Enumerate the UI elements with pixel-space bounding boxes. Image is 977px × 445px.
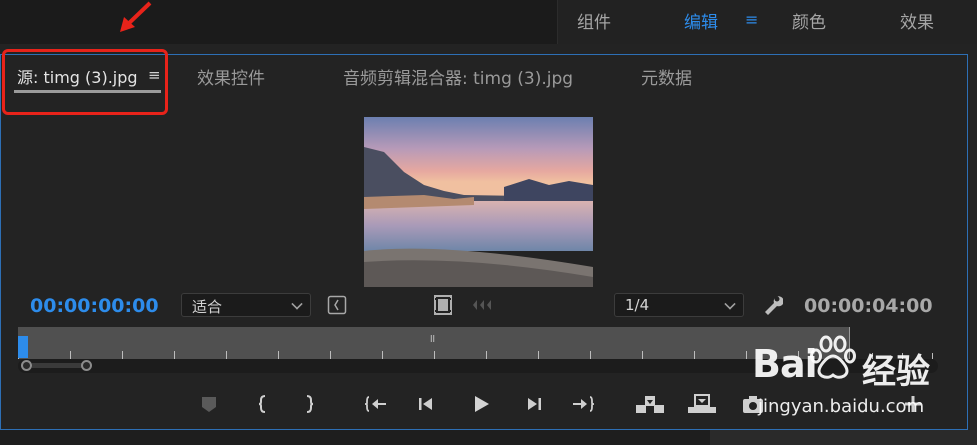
chevron-down-icon (291, 298, 303, 310)
playhead[interactable] (18, 336, 28, 358)
chevron-down-icon (724, 298, 736, 310)
tab-effect-controls[interactable]: 效果控件 (197, 64, 265, 89)
go-to-in-icon[interactable] (364, 393, 388, 415)
workspace-tab-assembly[interactable]: 组件 (577, 8, 611, 33)
playback-resolution-value: 1/4 (625, 296, 650, 314)
watermark-url: jingyan.baidu.com (758, 396, 925, 417)
scrollbar-left-handle[interactable] (21, 360, 32, 371)
step-forward-icon[interactable] (521, 393, 545, 415)
tab-audio-clip-mixer[interactable]: 音频剪辑混合器: timg (3).jpg (343, 64, 573, 89)
annotation-arrow-icon (120, 1, 152, 32)
overwrite-icon[interactable] (687, 393, 717, 415)
workspace-tabs: 组件 编辑 ≡ 颜色 效果 (557, 0, 977, 44)
ruler-center-marker: ll (430, 335, 436, 345)
annotation-highlight-box (2, 49, 168, 115)
current-timecode[interactable]: 00:00:00:00 (30, 295, 159, 317)
safe-margins-icon[interactable] (327, 295, 347, 315)
playback-resolution-select[interactable]: 1/4 (614, 293, 744, 317)
time-ruler[interactable]: ll (18, 327, 850, 359)
workspace-tab-editing[interactable]: 编辑 (684, 8, 718, 33)
watermark-brand: Bai (752, 342, 818, 386)
workspace-menu-icon[interactable]: ≡ (745, 10, 758, 29)
mark-out-icon[interactable] (297, 393, 321, 415)
go-to-out-icon[interactable] (571, 393, 595, 415)
duration-timecode: 00:00:04:00 (804, 295, 933, 317)
drag-audio-only-icon[interactable] (471, 298, 493, 312)
workspace-tab-effects[interactable]: 效果 (900, 8, 934, 33)
drag-video-only-icon[interactable] (434, 295, 452, 315)
workspace-bar: 组件 编辑 ≡ 颜色 效果 (0, 0, 977, 44)
scrollbar-thumb[interactable] (32, 363, 88, 368)
preview-image (364, 117, 593, 287)
tab-metadata[interactable]: 元数据 (641, 64, 692, 89)
zoom-level-value: 适合 (192, 298, 223, 316)
wrench-icon[interactable] (761, 293, 783, 315)
play-icon[interactable] (469, 393, 493, 415)
watermark-brand-suffix: 经验 (862, 352, 930, 392)
add-marker-icon[interactable] (197, 393, 221, 415)
scrollbar-right-handle[interactable] (81, 360, 92, 371)
zoom-level-select[interactable]: 适合 (181, 293, 311, 317)
step-back-icon[interactable] (415, 393, 439, 415)
mark-in-icon[interactable] (251, 393, 275, 415)
workspace-tab-color[interactable]: 颜色 (792, 8, 826, 33)
insert-icon[interactable] (634, 393, 666, 415)
panel-tab-strip: 源: timg (3).jpg ≡ 效果控件 音频剪辑混合器: timg (3)… (1, 49, 967, 115)
baidu-jingyan-watermark: Bai 经验 jingyan.baidu.com (752, 332, 977, 445)
